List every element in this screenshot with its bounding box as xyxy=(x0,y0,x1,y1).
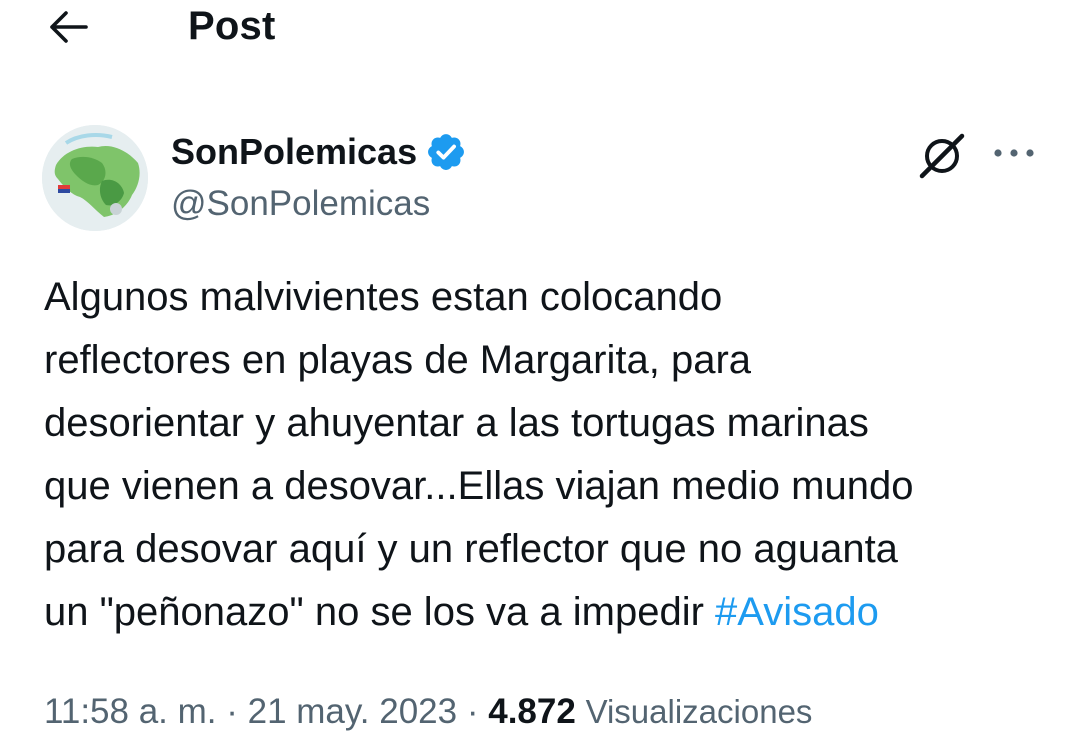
tweet-text: Algunos malvivientes estan colocando ref… xyxy=(44,266,1054,644)
avatar[interactable] xyxy=(42,125,148,231)
tweet-time[interactable]: 11:58 a. m. xyxy=(44,692,217,731)
tweet-line-last: un "peñonazo" no se los va a impedir #Av… xyxy=(44,581,1054,644)
tweet-meta: 11:58 a. m. · 21 may. 2023 · 4.872 Visua… xyxy=(44,688,812,736)
back-button[interactable] xyxy=(40,2,96,52)
tweet-line: reflectores en playas de Margarita, para xyxy=(44,338,752,382)
more-horizontal-icon xyxy=(994,149,1034,157)
map-avatar xyxy=(42,125,148,231)
author-handle[interactable]: @SonPolemicas xyxy=(171,181,430,227)
tweet-line-text: un "peñonazo" no se los va a impedir xyxy=(44,590,716,634)
views-count: 4.872 xyxy=(488,692,576,731)
more-options-button[interactable] xyxy=(988,128,1040,178)
top-bar: Post xyxy=(0,0,1080,60)
meta-separator: · xyxy=(216,692,248,731)
verified-badge-icon xyxy=(425,131,467,173)
tweet-date[interactable]: 21 may. 2023 xyxy=(248,692,458,731)
grok-button[interactable] xyxy=(914,128,970,184)
tweet-line: desorientar y ahuyentar a las tortugas m… xyxy=(44,401,869,445)
meta-separator: · xyxy=(457,692,489,731)
tweet-line: para desovar aquí y un reflector que no … xyxy=(44,527,898,571)
grok-icon xyxy=(919,133,965,179)
tweet-line: Algunos malvivientes estan colocando xyxy=(44,275,723,319)
author-name-row[interactable]: SonPolemicas xyxy=(171,128,467,176)
arrow-left-icon xyxy=(50,11,88,43)
views-label: Visualizaciones xyxy=(585,693,813,730)
page-title: Post xyxy=(188,4,276,48)
display-name: SonPolemicas xyxy=(171,131,418,172)
tweet-line: que vienen a desovar...Ellas viajan medi… xyxy=(44,464,914,508)
hashtag-link[interactable]: #Avisado xyxy=(715,590,879,634)
